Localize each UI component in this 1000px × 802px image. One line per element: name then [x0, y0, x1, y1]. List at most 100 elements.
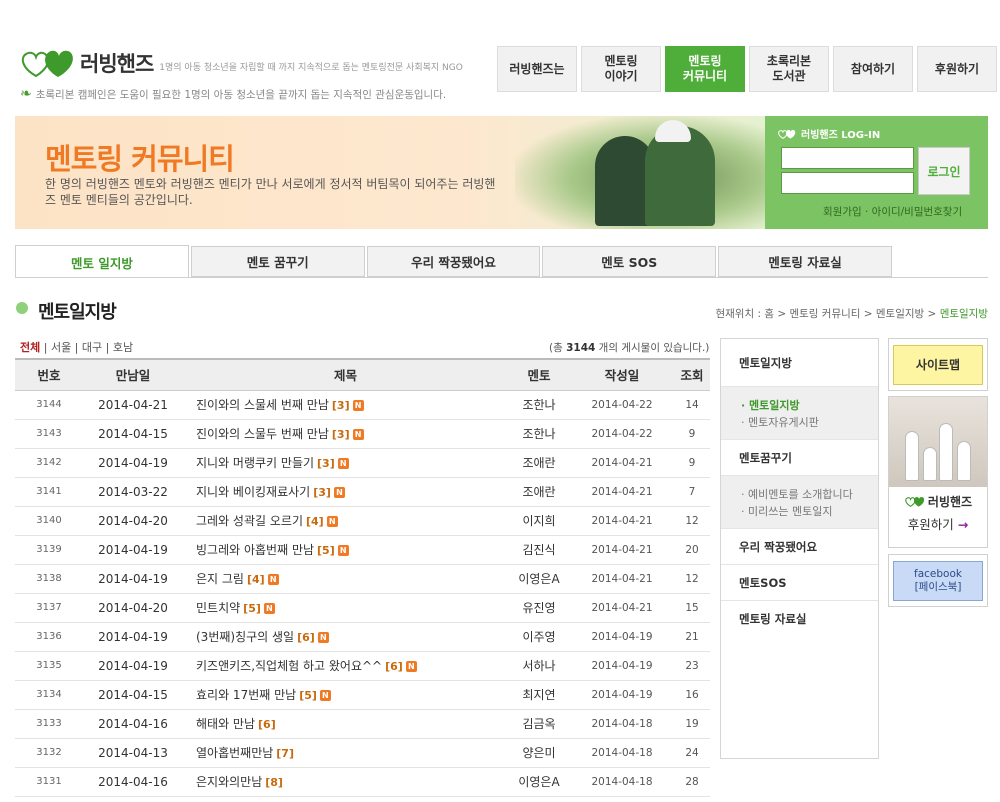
row-views: 7: [674, 477, 710, 507]
gnb-about[interactable]: 러빙핸즈는: [497, 46, 577, 92]
row-title-cell: 진이와의 스물두 번째 만남 [3] N: [183, 419, 508, 449]
row-title-cell: 진이와의 스물세 번째 만남 [3] N: [183, 390, 508, 420]
table-row[interactable]: 3144 2014-04-21 진이와의 스물세 번째 만남 [3] N 조한나 2014-…: [15, 390, 710, 420]
row-views: 28: [674, 767, 710, 797]
facebook-button[interactable]: facebook [페이스북]: [893, 560, 983, 601]
row-mentor: 유진영: [508, 593, 570, 623]
comment-count: [4]: [246, 573, 265, 586]
row-title-cell: 해태와 만남 [6]: [183, 709, 508, 739]
gnb-mentoring-community[interactable]: 멘토링 커뮤니티: [665, 46, 745, 92]
table-header-row: 번호 만남일 제목 멘토 작성일 조회: [15, 358, 710, 391]
row-number: 3136: [15, 622, 83, 652]
donate-cta: 후원하기 →: [889, 514, 987, 533]
tab-mentor-dream[interactable]: 멘토 꿈꾸기: [190, 246, 365, 277]
breadcrumb-current: 멘토일지방: [939, 308, 988, 320]
row-written-date: 2014-04-18: [570, 767, 674, 797]
row-title-link[interactable]: 효리와 17번째 만남: [196, 688, 296, 702]
donate-cta-label: 후원하기: [907, 517, 954, 532]
row-title-link[interactable]: 은지와의만남: [196, 775, 262, 789]
gnb-mentoring-story[interactable]: 멘토링 이야기: [581, 46, 661, 92]
table-row[interactable]: 3137 2014-04-20 민트치약 [5] N 유진영 2014-04-21 15: [15, 593, 710, 623]
row-title-cell: 키즈앤키즈,직업체험 하고 왔어요^^ [6] N: [183, 651, 508, 681]
password-input[interactable]: [781, 172, 914, 194]
row-written-date: 2014-04-18: [570, 738, 674, 768]
lnb-sub-free-board[interactable]: · 멘토자유게시판: [741, 414, 878, 431]
col-views: 조회: [674, 358, 710, 391]
gnb-donate[interactable]: 후원하기: [917, 46, 997, 92]
table-row[interactable]: 3134 2014-04-15 효리와 17번째 만남 [5] N 최지연 2014-04-…: [15, 680, 710, 710]
table-row[interactable]: 3141 2014-03-22 지니와 베이킹재료사기 [3] N 조애란 2014-04-…: [15, 477, 710, 507]
donate-banner[interactable]: 러빙핸즈 후원하기 →: [888, 396, 988, 548]
table-row[interactable]: 3133 2014-04-16 해태와 만남 [6] 김금옥 2014-04-18 19: [15, 709, 710, 739]
row-meeting-date: 2014-04-19: [83, 564, 183, 594]
table-row[interactable]: 3135 2014-04-19 키즈앤키즈,직업체험 하고 왔어요^^ [6] N 서하나…: [15, 651, 710, 681]
login-button[interactable]: 로그인: [918, 147, 970, 195]
row-title-link[interactable]: (3번째)칭구의 생일: [196, 630, 294, 644]
green-ribbon-icon: ❧: [20, 86, 32, 102]
gnb-participate[interactable]: 참여하기: [833, 46, 913, 92]
lnb-mentor-sos[interactable]: 멘토SOS: [721, 565, 878, 601]
table-row[interactable]: 3136 2014-04-19 (3번째)칭구의 생일 [6] N 이주영 2014-04-…: [15, 622, 710, 652]
row-number: 3144: [15, 390, 83, 420]
logo[interactable]: 러빙핸즈 1명의 아동 청소년을 자립할 때 까지 지속적으로 돕는 멘토링전문…: [18, 46, 463, 80]
row-views: 14: [674, 390, 710, 420]
row-title-link[interactable]: 키즈앤키즈,직업체험 하고 왔어요^^: [196, 659, 382, 673]
login-links[interactable]: 회원가입 · 아이디/비밀번호찾기: [823, 204, 962, 219]
lnb-sub-pre-diary[interactable]: · 미리쓰는 멘토일지: [741, 503, 878, 520]
filter-all[interactable]: 전체: [20, 341, 40, 354]
comment-count: [3]: [331, 399, 350, 412]
login-title: 러빙핸즈 LOG-IN: [777, 126, 880, 141]
row-written-date: 2014-04-22: [570, 419, 674, 449]
lnb-mentor-diary[interactable]: 멘토일지방: [721, 339, 878, 387]
comment-count: [5]: [299, 689, 317, 702]
lnb-sub-intro-mentor[interactable]: · 예비멘토를 소개합니다: [741, 486, 878, 503]
comment-count: [6]: [385, 660, 403, 673]
col-meeting-date: 만남일: [83, 358, 183, 391]
row-title-link[interactable]: 지니와 베이킹재료사기: [196, 485, 310, 499]
row-mentor: 조한나: [508, 390, 570, 420]
tab-mentor-diary[interactable]: 멘토 일지방: [15, 245, 189, 278]
table-row[interactable]: 3139 2014-04-19 빙그레와 아홉번째 만남 [5] N 김진식 2014-04…: [15, 535, 710, 565]
new-badge-icon: N: [337, 458, 349, 469]
row-views: 15: [674, 593, 710, 623]
row-title-link[interactable]: 진이와의 스물세 번째 만남: [196, 398, 329, 412]
tab-mentoring-library[interactable]: 멘토링 자료실: [718, 246, 892, 277]
comment-count: [6]: [258, 718, 276, 731]
row-title-link[interactable]: 지니와 머랭쿠키 만들기: [196, 456, 314, 470]
row-title-link[interactable]: 진이와의 스물두 번째 만남: [196, 427, 329, 441]
person-figure: [939, 423, 953, 481]
tab-matched[interactable]: 우리 짝꿍됐어요: [366, 246, 541, 277]
row-title-link[interactable]: 열아홉번째만남: [196, 746, 273, 760]
row-title-link[interactable]: 그레와 성곽길 오르기: [196, 514, 303, 528]
row-title-link[interactable]: 은지 그림: [196, 572, 244, 586]
row-title-link[interactable]: 빙그레와 아홉번째 만남: [196, 543, 314, 557]
donate-brand: 러빙핸즈: [889, 493, 987, 510]
lnb-sub-mentor-diary[interactable]: · 멘토일지방: [741, 397, 878, 414]
sitemap-button[interactable]: 사이트맵: [893, 344, 983, 385]
table-row[interactable]: 3140 2014-04-20 그레와 성곽길 오르기 [4] N 이지희 2014-04-…: [15, 506, 710, 536]
table-row[interactable]: 3138 2014-04-19 은지 그림 [4] N 이영은A 2014-04-21 12: [15, 564, 710, 594]
row-title-cell: 효리와 17번째 만남 [5] N: [183, 680, 508, 710]
gnb-green-ribbon-library[interactable]: 초록리본 도서관: [749, 46, 829, 92]
tab-mentor-sos[interactable]: 멘토 SOS: [542, 246, 717, 277]
new-badge-icon: N: [267, 574, 279, 585]
row-meeting-date: 2014-04-19: [83, 651, 183, 681]
breadcrumb-path[interactable]: 현재위치 : 홈 > 멘토링 커뮤니티 > 멘토일지방 >: [715, 308, 939, 320]
row-title-link[interactable]: 해태와 만남: [196, 717, 255, 731]
person-figure: [923, 447, 937, 481]
lnb-matched[interactable]: 우리 짝꿍됐어요: [721, 529, 878, 565]
lnb-mentoring-library[interactable]: 멘토링 자료실: [721, 601, 878, 637]
filter-regions[interactable]: | 서울 | 대구 | 호남: [40, 341, 133, 354]
table-row[interactable]: 3132 2014-04-13 열아홉번째만남 [7] 양은미 2014-04-18 24: [15, 738, 710, 768]
row-title-link[interactable]: 민트치약: [196, 601, 240, 615]
row-number: 3131: [15, 767, 83, 797]
user-id-input[interactable]: [781, 147, 914, 169]
section-bullet-icon: [16, 302, 28, 314]
row-written-date: 2014-04-21: [570, 506, 674, 536]
table-row[interactable]: 3143 2014-04-15 진이와의 스물두 번째 만남 [3] N 조한나 2014-…: [15, 419, 710, 449]
lnb-mentor-dream[interactable]: 멘토꿈꾸기: [721, 440, 878, 476]
comment-count: [7]: [276, 747, 294, 760]
table-row[interactable]: 3131 2014-04-16 은지와의만남 [8] 이영은A 2014-04-18 28: [15, 767, 710, 797]
row-title-cell: 열아홉번째만남 [7]: [183, 738, 508, 768]
table-row[interactable]: 3142 2014-04-19 지니와 머랭쿠키 만들기 [3] N 조애란 2014-04…: [15, 448, 710, 478]
